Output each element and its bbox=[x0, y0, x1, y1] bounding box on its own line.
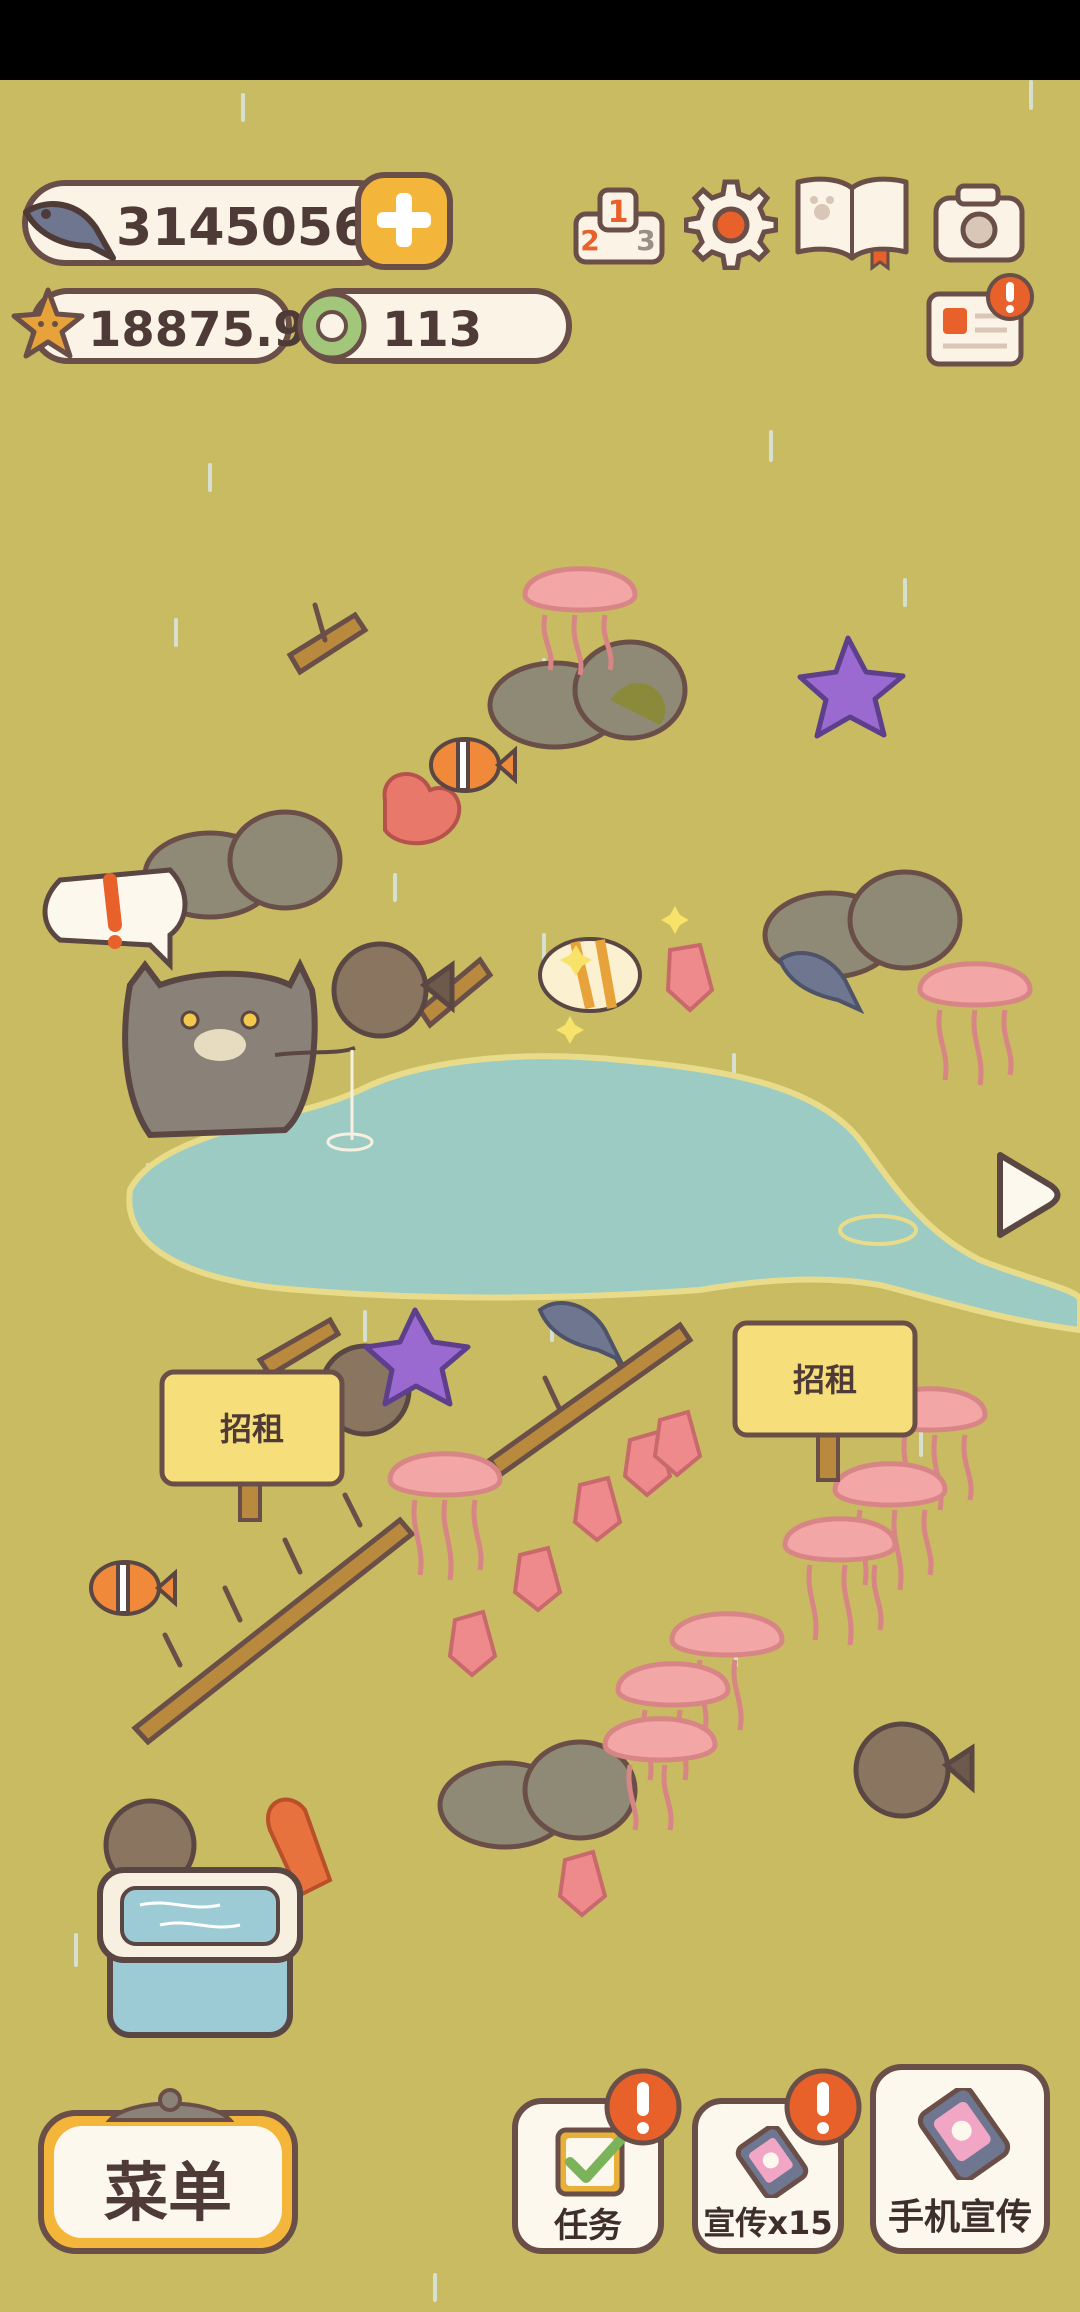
pallas-cat[interactable] bbox=[110, 960, 330, 1150]
add-fish-button[interactable] bbox=[355, 172, 453, 270]
gear-icon bbox=[683, 179, 779, 271]
mail-button[interactable] bbox=[925, 272, 1035, 372]
album-button[interactable] bbox=[792, 172, 912, 272]
settings-button[interactable] bbox=[683, 176, 779, 271]
green-ring-icon bbox=[297, 291, 367, 361]
starfish-icon bbox=[11, 287, 85, 359]
podium-first: 1 bbox=[608, 195, 629, 230]
rent-sign-left-text: 招租 bbox=[220, 1410, 284, 1448]
tasks-alert-exclamation-icon bbox=[604, 2068, 682, 2146]
ranking-button[interactable]: 1 2 3 bbox=[570, 178, 666, 268]
butterflyfish bbox=[538, 906, 689, 1044]
rent-sign-left-label[interactable]: 招租 bbox=[162, 1372, 342, 1484]
promote-button-label: 宣传x15 bbox=[703, 2204, 833, 2242]
next-area-arrow-button[interactable] bbox=[990, 1145, 1070, 1245]
plus-icon bbox=[377, 193, 431, 247]
phone-promote-button[interactable]: 手机宣传 bbox=[870, 2064, 1050, 2254]
menu-button[interactable]: 菜单 bbox=[38, 2110, 298, 2254]
phone-promote-button-label: 手机宣传 bbox=[887, 2197, 1032, 2238]
podium-icon: 1 2 3 bbox=[573, 187, 665, 265]
menu-button-label: 菜单 bbox=[104, 2157, 232, 2231]
token-currency-value: 113 bbox=[382, 302, 483, 358]
rock-cluster-bottom bbox=[437, 1739, 638, 1850]
menu-clip-icon bbox=[105, 2088, 235, 2122]
promote-alert-exclamation-icon bbox=[784, 2068, 862, 2146]
album-book-icon bbox=[795, 176, 909, 271]
podium-third: 3 bbox=[636, 224, 655, 257]
cat-alert-bubble[interactable] bbox=[40, 860, 190, 970]
star-currency-value: 18875.9 bbox=[88, 302, 307, 358]
tasks-button-label: 任务 bbox=[554, 2206, 622, 2246]
rent-sign-right-label[interactable]: 招租 bbox=[735, 1323, 915, 1435]
phone-flyer-icon bbox=[917, 2088, 1011, 2180]
camera-icon bbox=[933, 183, 1025, 263]
rent-sign-right-text: 招租 bbox=[793, 1361, 857, 1399]
fish-tank-button[interactable] bbox=[100, 1860, 310, 2040]
fish-icon bbox=[23, 201, 116, 261]
mail-alert-exclamation-icon bbox=[986, 273, 1034, 321]
camera-button[interactable] bbox=[930, 178, 1028, 268]
podium-second: 2 bbox=[580, 224, 599, 257]
rock-cluster-top bbox=[487, 639, 688, 750]
